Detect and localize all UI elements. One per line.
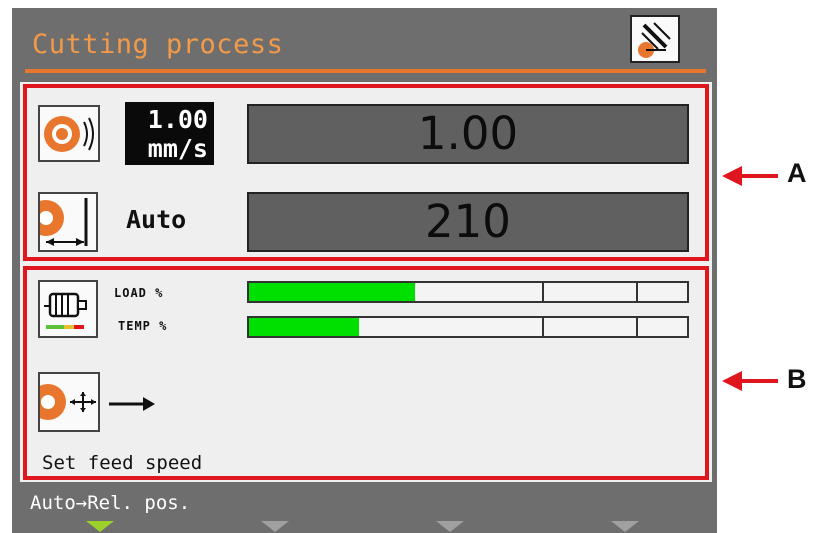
- load-bar-tick: [636, 283, 638, 301]
- temp-bar-tick: [636, 318, 638, 336]
- position-value[interactable]: 210: [247, 192, 689, 252]
- softkey-2[interactable]: [261, 521, 289, 532]
- temp-label: TEMP %: [118, 319, 168, 333]
- page-title: Cutting process: [32, 29, 284, 60]
- softkey-3[interactable]: [436, 521, 464, 532]
- feed-speed-value[interactable]: 1.00: [247, 104, 689, 164]
- temp-bar-tick: [542, 318, 544, 336]
- load-bar: [247, 281, 689, 303]
- load-label: LOAD %: [114, 286, 164, 300]
- temp-bar-fill: [249, 318, 359, 336]
- right-arrow-icon: [109, 397, 155, 411]
- callout-a-arrow-icon: [722, 166, 778, 186]
- callout-b-arrow-icon: [722, 371, 778, 391]
- callout-a-label: A: [787, 158, 807, 188]
- load-bar-fill: [249, 283, 416, 301]
- softkey-1[interactable]: [86, 521, 114, 532]
- cutting-mode-icon[interactable]: [630, 15, 680, 63]
- softkey-1-label[interactable]: Auto→Rel. pos.: [30, 492, 190, 514]
- temp-bar: [247, 316, 689, 338]
- feed-move-icon[interactable]: [38, 372, 100, 432]
- title-divider: [25, 69, 706, 73]
- callout-b-label: B: [787, 364, 807, 394]
- feed-speed-setpoint-text: 1.00 mm/s: [147, 105, 208, 163]
- status-message: Set feed speed: [42, 452, 203, 474]
- motor-icon: [38, 280, 98, 338]
- load-bar-tick: [542, 283, 544, 301]
- feed-speed-setpoint[interactable]: 1.00 mm/s: [125, 102, 214, 165]
- softkey-4[interactable]: [611, 521, 639, 532]
- distance-icon[interactable]: [38, 192, 98, 252]
- position-mode-label: Auto: [126, 205, 187, 234]
- feed-speed-icon[interactable]: [38, 105, 100, 162]
